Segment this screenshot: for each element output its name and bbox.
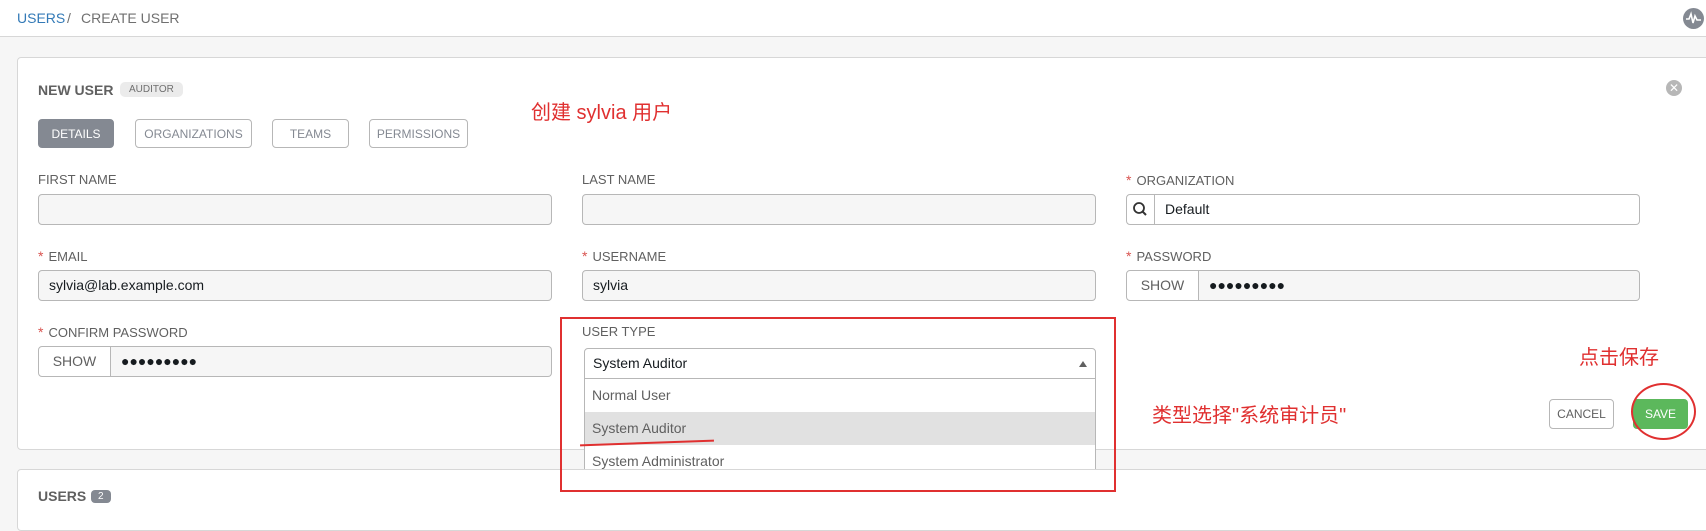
annotation-highlight-ellipse <box>1631 383 1696 440</box>
annotation-create-user: 创建 sylvia 用户 <box>531 102 673 124</box>
tab-organizations[interactable]: ORGANIZATIONS <box>135 119 252 148</box>
form-title: NEW USER <box>38 82 114 98</box>
email-label: * EMAIL <box>38 248 88 264</box>
users-panel-title: USERS <box>38 488 87 504</box>
password-label: * PASSWORD <box>1126 248 1212 264</box>
password-input[interactable]: ●●●●●●●●● <box>1199 270 1640 301</box>
user-type-badge: AUDITOR <box>120 82 183 97</box>
organization-label: * ORGANIZATION <box>1126 172 1235 188</box>
tab-details[interactable]: DETAILS <box>38 119 114 148</box>
email-input[interactable]: sylvia@lab.example.com <box>38 270 552 301</box>
users-count-badge: 2 <box>91 490 111 503</box>
first-name-label: FIRST NAME <box>38 172 117 187</box>
confirm-password-show-button[interactable]: SHOW <box>38 346 111 377</box>
required-mark: * <box>1126 172 1132 188</box>
cancel-button[interactable]: CANCEL <box>1549 399 1614 429</box>
annotation-highlight-box <box>560 317 1116 492</box>
first-name-input[interactable] <box>38 194 552 225</box>
annotation-select-type: 类型选择"系统审计员" <box>1152 405 1347 427</box>
tab-permissions[interactable]: PERMISSIONS <box>369 119 468 148</box>
organization-input[interactable]: Default <box>1155 194 1640 225</box>
top-bar <box>0 0 1706 37</box>
last-name-label: LAST NAME <box>582 172 656 187</box>
username-input[interactable]: sylvia <box>582 270 1096 301</box>
breadcrumb-users-link[interactable]: USERS <box>17 10 65 26</box>
organization-lookup-button[interactable] <box>1126 194 1155 225</box>
last-name-input[interactable] <box>582 194 1096 225</box>
search-icon <box>1133 202 1147 216</box>
breadcrumb-current: CREATE USER <box>81 10 180 26</box>
username-label: * USERNAME <box>582 248 667 264</box>
confirm-password-input[interactable]: ●●●●●●●●● <box>111 346 552 377</box>
breadcrumb-separator: / <box>67 10 71 26</box>
password-show-button[interactable]: SHOW <box>1126 270 1199 301</box>
close-icon[interactable]: ✕ <box>1666 80 1682 96</box>
activity-icon[interactable] <box>1683 8 1704 29</box>
confirm-password-label: * CONFIRM PASSWORD <box>38 324 188 340</box>
annotation-click-save: 点击保存 <box>1579 347 1659 369</box>
tab-teams[interactable]: TEAMS <box>272 119 349 148</box>
